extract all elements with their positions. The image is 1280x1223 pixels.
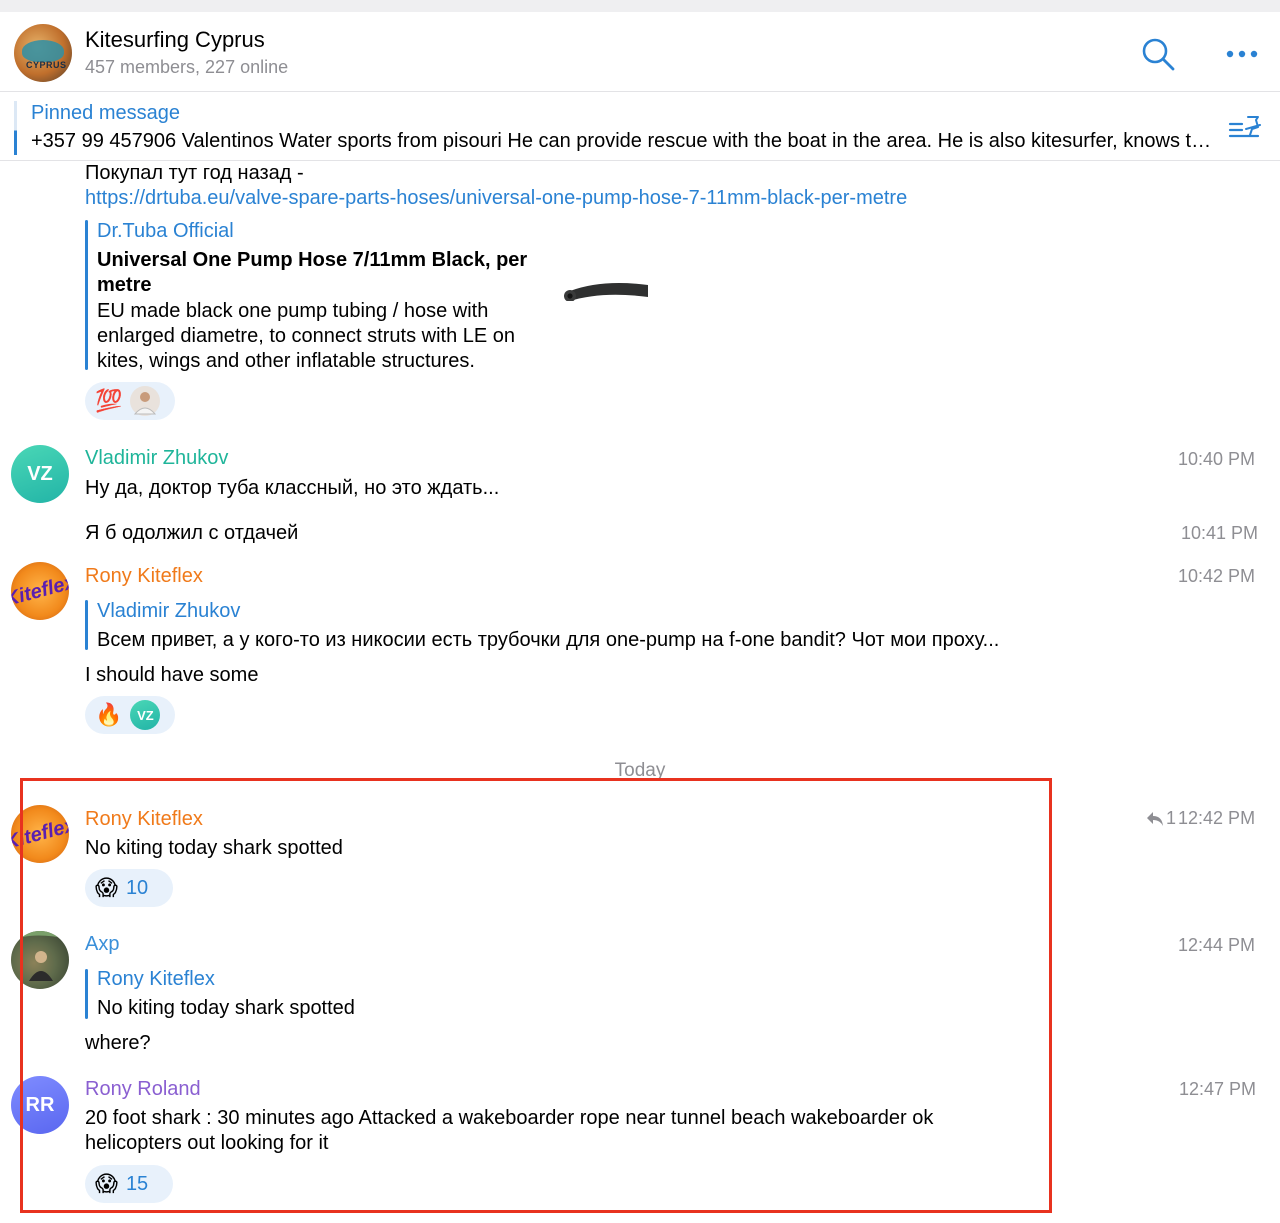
hundred-emoji: 💯 — [95, 388, 123, 413]
pinned-label: Pinned message — [31, 102, 180, 124]
pinned-message-bar[interactable]: Pinned message +357 99 457906 Valentinos… — [0, 93, 1280, 161]
chat-member-count: 457 members, 227 online — [85, 57, 289, 77]
chat-header: CYPRUS Kitesurfing Cyprus 457 members, 2… — [0, 12, 1280, 92]
avatar-wave-graphic — [22, 40, 64, 62]
message-link[interactable]: https://drtuba.eu/valve-spare-parts-hose… — [85, 187, 907, 210]
reply-quote-bar — [85, 600, 88, 650]
reaction-hundred[interactable]: 💯 — [85, 382, 175, 420]
avatar-text: CYPRUS — [26, 60, 67, 70]
message-text: Ну да, доктор туба классный, но это ждат… — [85, 477, 500, 499]
person-icon — [134, 392, 157, 415]
search-icon[interactable] — [1140, 36, 1176, 72]
reactor-initials: VZ — [137, 707, 154, 723]
top-strip — [0, 0, 1280, 12]
more-options-icon[interactable] — [1222, 42, 1262, 66]
link-preview-description: EU made black one pump tubing / hose wit… — [97, 300, 516, 372]
link-preview-site[interactable]: Dr.Tuba Official — [97, 220, 234, 243]
link-preview-image[interactable] — [562, 277, 648, 301]
pinned-indicator — [14, 101, 17, 155]
avatar-logo-text: Kiteflex — [11, 570, 69, 611]
chat-avatar[interactable]: CYPRUS — [14, 24, 72, 82]
avatar-initials: VZ — [27, 462, 53, 485]
avatar-rony-kiteflex[interactable]: Kiteflex — [11, 562, 69, 620]
replies-counter[interactable]: 1 12:42 PM — [1146, 808, 1255, 829]
message-time: 10:41 PM — [1181, 523, 1259, 543]
message-text: I should have some — [85, 664, 259, 686]
reply-arrow-icon — [1147, 811, 1163, 826]
pinned-list-icon[interactable] — [1228, 113, 1264, 143]
message-time: 12:47 PM — [1179, 1079, 1257, 1099]
reply-sender-name[interactable]: Vladimir Zhukov — [97, 600, 240, 623]
avatar-vladimir-zhukov[interactable]: VZ — [11, 445, 69, 503]
sender-name[interactable]: Vladimir Zhukov — [85, 447, 228, 470]
highlight-box — [20, 778, 1052, 1213]
link-preview-title[interactable]: Universal One Pump Hose 7/11mm Black, pe… — [97, 248, 557, 298]
message-time: 10:40 PM — [1178, 449, 1256, 469]
reaction-fire[interactable]: 🔥 VZ — [85, 696, 175, 734]
reactor-avatar — [130, 386, 161, 416]
link-preview-bar — [85, 220, 88, 370]
message-text: Я б одолжил с отдачей — [85, 522, 299, 544]
sender-name[interactable]: Rony Kiteflex — [85, 565, 203, 588]
pinned-text: +357 99 457906 Valentinos Water sports f… — [31, 130, 1216, 152]
message-text: Покупал тут год назад - — [85, 162, 304, 184]
chat-title[interactable]: Kitesurfing Cyprus — [85, 27, 265, 53]
message-time: 10:42 PM — [1178, 566, 1256, 586]
reply-count: 1 — [1166, 808, 1177, 828]
reply-text[interactable]: Всем привет, а у кого-то из никосии есть… — [97, 629, 999, 652]
message-time: 12:44 PM — [1178, 935, 1256, 955]
message-time: 12:42 PM — [1178, 808, 1256, 828]
reactor-avatar: VZ — [130, 700, 161, 730]
fire-emoji: 🔥 — [95, 702, 123, 727]
